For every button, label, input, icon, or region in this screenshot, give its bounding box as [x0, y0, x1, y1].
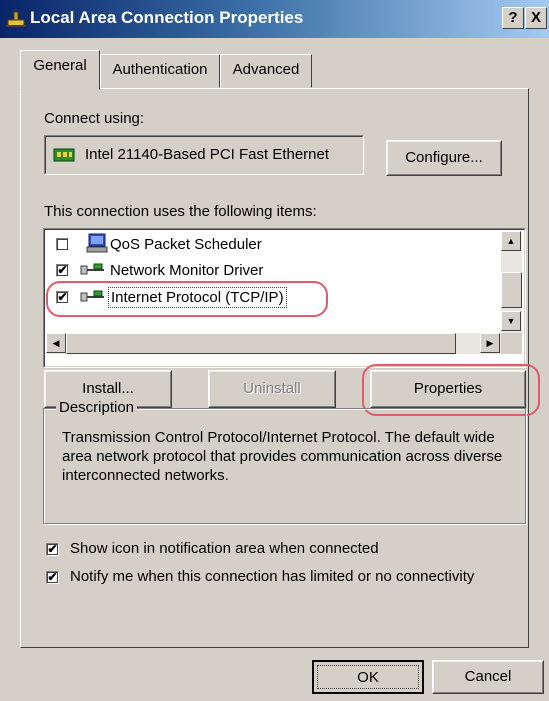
scheduler-icon [86, 233, 108, 253]
item-label-qos[interactable]: QoS Packet Scheduler [110, 236, 262, 253]
show-icon-checkbox[interactable]: ✔ [46, 543, 59, 556]
help-button[interactable]: ? [502, 7, 524, 29]
horizontal-scroll-thumb[interactable] [66, 333, 456, 354]
scroll-right-arrow-icon[interactable]: ▶ [480, 333, 500, 353]
tab-general[interactable]: General [20, 50, 100, 90]
description-title: Description [56, 399, 138, 416]
scroll-down-arrow-icon[interactable]: ▼ [501, 311, 521, 331]
ok-button[interactable]: OK [312, 660, 424, 694]
notify-label[interactable]: Notify me when this connection has limit… [70, 568, 474, 585]
configure-button-label: Configure... [405, 149, 483, 166]
close-button[interactable]: X [525, 7, 547, 29]
window-title: Local Area Connection Properties [30, 8, 304, 27]
protocol-icon [80, 263, 104, 275]
tab-advanced[interactable]: Advanced [220, 54, 312, 88]
item-checkbox-qos[interactable] [56, 238, 69, 251]
install-button-label: Install... [82, 380, 134, 397]
scrollbar-corner [501, 333, 522, 354]
cancel-button[interactable]: Cancel [432, 660, 544, 694]
configure-button[interactable]: Configure... [386, 140, 502, 176]
adapter-name: Intel 21140-Based PCI Fast Ethernet [85, 146, 330, 163]
adapter-field: Intel 21140-Based PCI Fast Ethernet [44, 135, 364, 175]
show-icon-label[interactable]: Show icon in notification area when conn… [70, 540, 379, 557]
cancel-button-label: Cancel [464, 668, 512, 685]
vertical-scroll-thumb[interactable] [501, 272, 522, 308]
item-checkbox-netmon[interactable]: ✔ [56, 264, 69, 277]
scroll-up-arrow-icon[interactable]: ▲ [501, 231, 521, 251]
ok-button-label: OK [357, 669, 379, 686]
tcpip-highlight-annotation [46, 281, 328, 317]
item-label-netmon[interactable]: Network Monitor Driver [110, 262, 263, 279]
description-text: Transmission Control Protocol/Internet P… [62, 429, 503, 484]
items-label: This connection uses the following items… [44, 203, 317, 220]
network-connection-icon [6, 11, 26, 27]
scroll-left-arrow-icon[interactable]: ◀ [46, 333, 66, 353]
connect-using-label: Connect using: [44, 110, 145, 127]
uninstall-button[interactable]: Uninstall [208, 370, 336, 408]
network-adapter-icon [53, 148, 75, 162]
tab-authentication[interactable]: Authentication [100, 54, 220, 88]
notify-checkbox[interactable]: ✔ [46, 571, 59, 584]
uninstall-button-label: Uninstall [243, 380, 301, 397]
